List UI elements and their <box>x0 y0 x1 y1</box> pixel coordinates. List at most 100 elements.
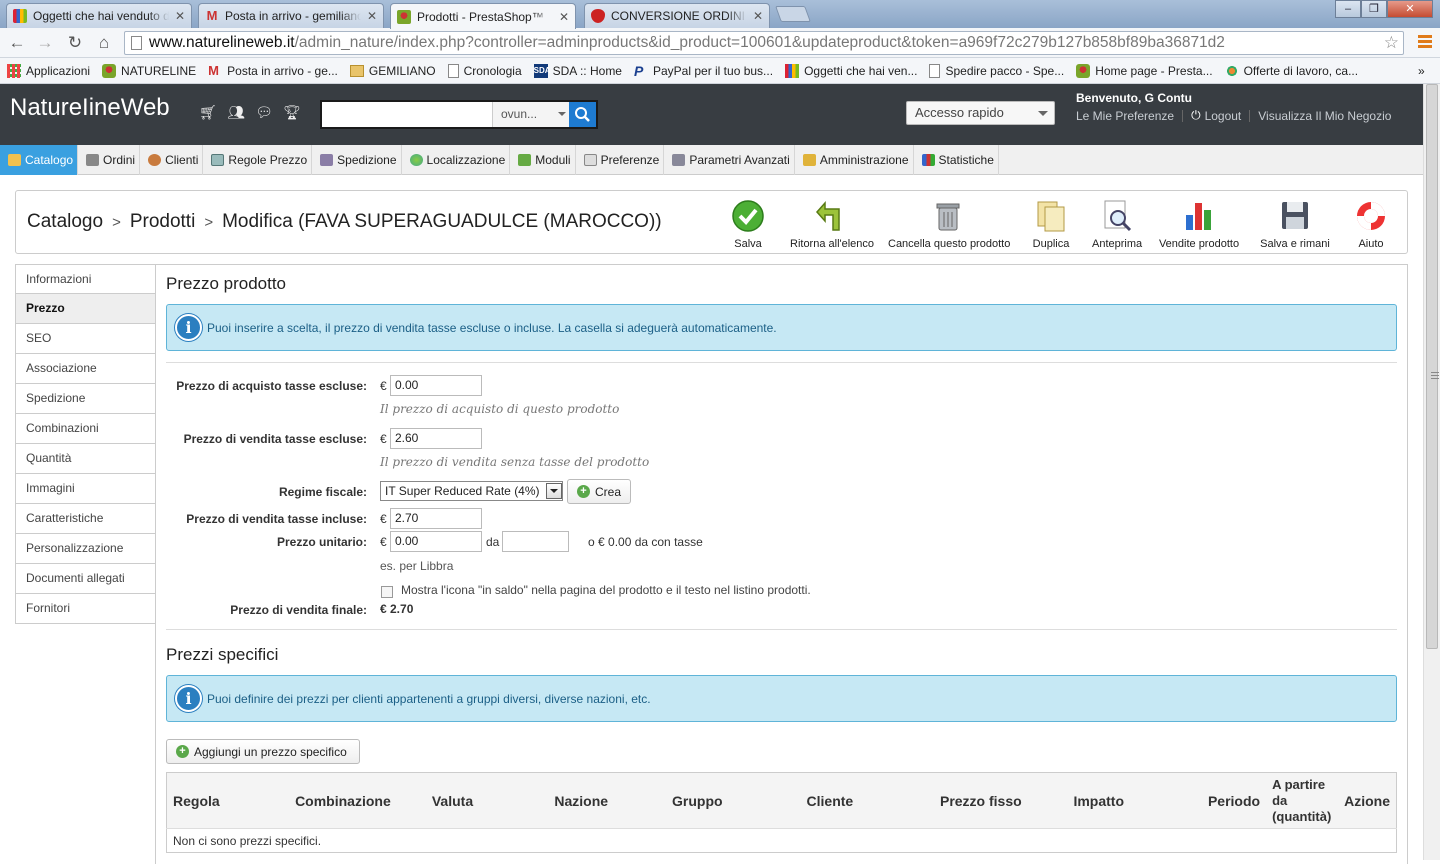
scrollbar-thumb[interactable] <box>1426 84 1439 649</box>
bookmarks-more-button[interactable]: » <box>1418 64 1425 78</box>
tab-caratteristiche[interactable]: Caratteristiche <box>15 504 156 534</box>
address-bar[interactable]: www.naturelineweb.it/admin_nature/index.… <box>124 31 1404 55</box>
chrome-menu-icon[interactable] <box>1418 33 1432 53</box>
breadcrumb-catalog[interactable]: Catalogo <box>27 211 103 232</box>
shop-brand[interactable]: NatureIineWeb <box>10 94 170 122</box>
duplicate-button[interactable]: Duplica <box>1031 199 1071 250</box>
menu-localizzazione[interactable]: Localizzazione <box>402 145 511 175</box>
messages-icon[interactable]: 💬︎ <box>255 104 273 122</box>
column-header: Nazione <box>548 772 667 829</box>
wholesale-price-input[interactable]: 0.00 <box>390 375 482 396</box>
bookmark-sda[interactable]: SDA SDA :: Home <box>533 63 622 78</box>
wholesale-price-hint: Il prezzo di acquisto di questo prodotto <box>380 402 620 416</box>
new-tab-button[interactable] <box>775 6 811 22</box>
menu-statistiche[interactable]: Statistiche <box>914 145 999 175</box>
search-scope-select[interactable]: ovun... <box>492 102 572 127</box>
preview-button[interactable]: Anteprima <box>1092 199 1142 250</box>
menu-clienti[interactable]: Clienti <box>140 145 204 175</box>
breadcrumb-products[interactable]: Prodotti <box>130 211 195 232</box>
gmail-icon: M <box>206 8 218 23</box>
save-button[interactable]: Salva <box>732 199 764 250</box>
search-input[interactable] <box>322 102 490 127</box>
tab-close-icon[interactable]: ✕ <box>175 9 185 23</box>
minimize-icon[interactable]: – <box>1335 0 1361 18</box>
bookmark-offerte[interactable]: Offerte di lavoro, ca... <box>1224 63 1358 78</box>
menu-amministrazione[interactable]: Amministrazione <box>795 145 914 175</box>
back-to-list-button[interactable]: Ritorna all'elenco <box>790 199 874 250</box>
view-shop-link[interactable]: Visualizza Il Mio Negozio <box>1258 109 1391 123</box>
tab-spedizione[interactable]: Spedizione <box>15 384 156 414</box>
price-incl-input[interactable]: 2.70 <box>390 508 482 529</box>
tab-fornitori[interactable]: Fornitori <box>15 594 156 624</box>
tab-documenti-allegati[interactable]: Documenti allegati <box>15 564 156 594</box>
browser-tab-ebay[interactable]: Oggetti che hai venduto d ✕ <box>6 3 192 28</box>
toolbar-label: Anteprima <box>1092 238 1143 250</box>
bookmark-natureline[interactable]: NATURELINE <box>102 63 196 78</box>
divider <box>1182 109 1184 122</box>
menu-label: Ordini <box>103 153 136 167</box>
help-button[interactable]: Aiuto <box>1354 199 1388 250</box>
quick-access-select[interactable]: Accesso rapido <box>906 101 1055 125</box>
tab-associazione[interactable]: Associazione <box>15 354 156 384</box>
delete-product-button[interactable]: Cancella questo prodotto <box>888 199 1010 250</box>
wholesale-price-label: Prezzo di acquisto tasse escluse: <box>176 379 367 393</box>
tab-personalizzazione[interactable]: Personalizzazione <box>15 534 156 564</box>
tab-seo[interactable]: SEO <box>15 324 156 354</box>
search-button[interactable] <box>569 102 596 127</box>
sale-price-input[interactable]: 2.60 <box>390 428 482 449</box>
page-scrollbar[interactable] <box>1423 84 1440 860</box>
create-tax-button[interactable]: + Crea <box>567 479 632 504</box>
cart-icon[interactable]: 🛒︎ <box>199 104 217 122</box>
chevron-right-icon: > <box>112 214 121 231</box>
admin-header: NatureIineWeb 🛒︎ 👥︎ 💬︎ 🏆︎ ovun... Access… <box>0 84 1440 145</box>
unit-price-input[interactable]: 0.00 <box>390 531 482 552</box>
bookmark-label: GEMILIANO <box>368 63 436 78</box>
window-close-icon[interactable]: ✕ <box>1387 0 1433 18</box>
tab-informazioni[interactable]: Informazioni <box>15 264 156 294</box>
back-arrow-icon[interactable]: ← <box>6 32 28 54</box>
unit-per-input[interactable] <box>502 531 569 552</box>
add-specific-price-button[interactable]: + Aggiungi un prezzo specifico <box>166 739 360 764</box>
tab-combinazioni[interactable]: Combinazioni <box>15 414 156 444</box>
browser-tab-gmail[interactable]: M Posta in arrivo - gemiliano ✕ <box>198 3 384 28</box>
bookmark-gmail[interactable]: M Posta in arrivo - ge... <box>208 63 338 78</box>
trophy-icon[interactable]: 🏆︎ <box>283 104 301 122</box>
specific-prices-table: Regola Combinazione Valuta Nazione Grupp… <box>166 772 1397 853</box>
maximize-icon[interactable]: ❐ <box>1361 0 1387 18</box>
browser-tab-prestashop[interactable]: Prodotti - PrestaShop™ ✕ <box>390 3 576 29</box>
logout-link[interactable]: Logout <box>1205 109 1242 123</box>
save-and-stay-button[interactable]: Salva e rimani <box>1260 199 1330 250</box>
bookmark-applicazioni[interactable]: Applicazioni <box>7 63 90 78</box>
tab-close-icon[interactable]: ✕ <box>559 10 569 24</box>
home-icon[interactable]: ⌂ <box>93 32 115 54</box>
menu-preferenze[interactable]: Preferenze <box>576 145 665 175</box>
bookmark-star-icon[interactable]: ☆ <box>1384 32 1399 54</box>
bookmark-cronologia[interactable]: Cronologia <box>447 63 522 78</box>
browser-tab-conversione[interactable]: CONVERSIONE ORDINI DA ✕ <box>584 3 770 28</box>
bookmark-gemiliano[interactable]: GEMILIANO <box>349 63 436 78</box>
menu-regole-prezzo[interactable]: Regole Prezzo <box>203 145 313 175</box>
menu-ordini[interactable]: Ordini <box>78 145 141 175</box>
bookmark-spedire[interactable]: Spedire pacco - Spe... <box>929 63 1064 78</box>
product-sales-button[interactable]: Vendite prodotto <box>1158 199 1240 250</box>
tax-rule-select[interactable]: IT Super Reduced Rate (4%) <box>380 481 563 501</box>
reload-icon[interactable]: ↻ <box>64 32 86 54</box>
menu-catalogo[interactable]: Catalogo <box>0 145 79 175</box>
customers-icon[interactable]: 👥︎ <box>227 104 245 122</box>
tab-immagini[interactable]: Immagini <box>15 474 156 504</box>
tab-quantita[interactable]: Quantità <box>15 444 156 474</box>
tab-close-icon[interactable]: ✕ <box>753 9 763 23</box>
lifebuoy-icon <box>1357 202 1385 230</box>
tab-prezzo[interactable]: Prezzo <box>15 294 156 324</box>
preferences-link[interactable]: Le Mie Preferenze <box>1076 109 1174 123</box>
bookmark-paypal[interactable]: P PayPal per il tuo bus... <box>634 64 773 78</box>
menu-parametri-avanzati[interactable]: Parametri Avanzati <box>664 145 795 175</box>
forward-arrow-icon[interactable]: → <box>34 32 56 54</box>
on-sale-checkbox[interactable] <box>381 586 393 598</box>
bookmark-ebay[interactable]: Oggetti che hai ven... <box>785 63 917 78</box>
menu-spedizione[interactable]: Spedizione <box>312 145 402 175</box>
tab-close-icon[interactable]: ✕ <box>367 9 377 23</box>
window-controls: – ❐ ✕ <box>1335 0 1433 18</box>
bookmark-home-presta[interactable]: Home page - Presta... <box>1076 63 1213 78</box>
menu-moduli[interactable]: Moduli <box>510 145 576 175</box>
